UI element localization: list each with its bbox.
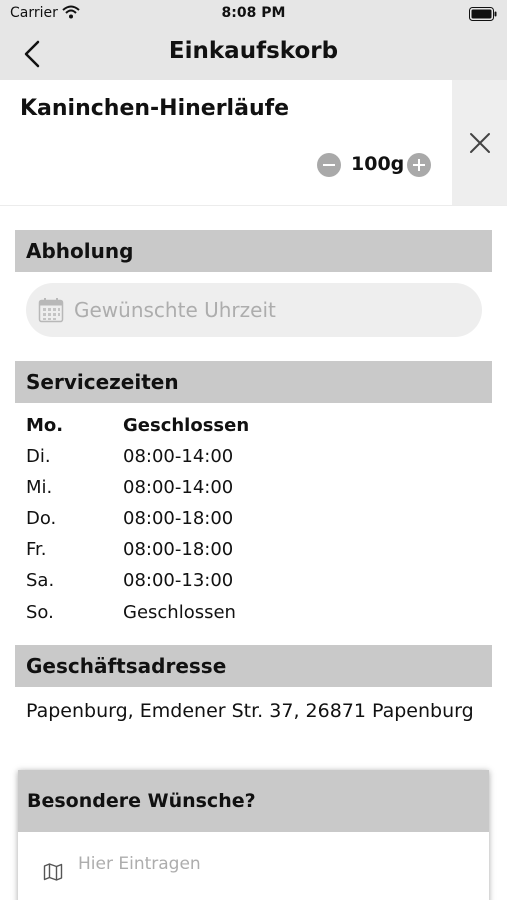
status-time: 8:08 PM [221,5,286,21]
day-label: Do. [26,508,57,529]
hours-row: Mi. 08:00-14:00 [26,477,426,505]
day-label: Mi. [26,477,53,498]
address-header: Geschäftsadresse [15,645,492,687]
battery-icon [469,6,497,25]
pickup-time-placeholder: Gewünschte Uhrzeit [74,298,276,322]
hours-value: 08:00-13:00 [123,570,234,591]
hours-value: 08:00-14:00 [123,477,234,498]
close-icon [470,133,490,153]
calendar-icon [38,297,64,327]
hours-row: Sa. 08:00-13:00 [26,570,426,598]
special-wishes-input[interactable]: Hier Eintragen [78,854,468,884]
hours-row: Do. 08:00-18:00 [26,508,426,536]
status-bar: Carrier 8:08 PM [0,0,507,28]
service-hours-header: Servicezeiten [15,361,492,403]
business-address: Papenburg, Emdener Str. 37, 26871 Papenb… [26,700,474,722]
day-label: Mo. [26,415,64,436]
item-name: Kaninchen-Hinerläufe [20,96,290,121]
pickup-time-field[interactable]: Gewünschte Uhrzeit [26,283,482,337]
remove-item-button[interactable] [452,80,507,205]
hours-value: 08:00-18:00 [123,539,234,560]
hours-row: Fr. 08:00-18:00 [26,539,426,567]
hours-value: 08:00-14:00 [123,446,234,467]
pickup-header: Abholung [15,230,492,272]
hours-row: Di. 08:00-14:00 [26,446,426,474]
hours-row: Mo. Geschlossen [26,415,426,443]
day-label: Sa. [26,570,55,591]
special-wishes-header: Besondere Wünsche? [18,770,489,832]
quantity-stepper: 100g [317,152,432,178]
hours-value: Geschlossen [123,602,236,623]
hours-row: So. Geschlossen [26,602,426,630]
day-label: So. [26,602,54,623]
hours-value: 08:00-18:00 [123,508,234,529]
hours-value: Geschlossen [123,415,250,436]
day-label: Fr. [26,539,47,560]
minus-icon[interactable] [317,153,341,177]
cart-item: Kaninchen-Hinerläufe 100g [0,80,507,206]
plus-icon[interactable] [407,153,431,177]
map-icon [43,862,63,886]
page-title: Einkaufskorb [168,38,339,64]
nav-bar: Einkaufskorb [0,28,507,80]
special-wishes-card: Besondere Wünsche? Hier Eintragen [18,770,489,900]
quantity-value: 100g [351,153,405,175]
day-label: Di. [26,446,51,467]
